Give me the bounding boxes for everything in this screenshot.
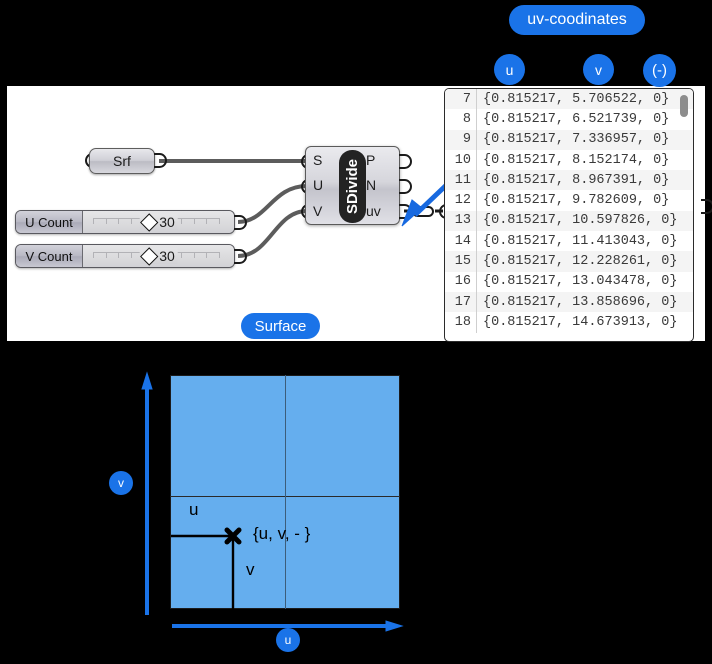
slider-handle-icon[interactable] [139,212,158,232]
surface-badge-label: Surface [254,317,307,335]
row-value: {0.815217, 9.782609, 0} [483,193,670,209]
table-row[interactable]: 17 {0.815217, 13.858696, 0} [445,291,693,313]
sdivide-output-p[interactable]: P [366,152,375,168]
srf-output-nub[interactable] [154,153,167,168]
sdivide-outputs: P N uv [366,147,392,224]
sdivide-inputs: S U V [313,147,335,224]
sdivide-input-v[interactable]: V [313,203,322,219]
column-v-badge: v [583,54,614,85]
v-count-slider-value: 30 [159,248,175,264]
table-row[interactable]: 8 {0.815217, 6.521739, 0} [445,109,693,130]
row-index: 16 [454,274,471,290]
row-value: {0.815217, 10.597826, 0} [483,213,678,229]
row-index: 14 [454,233,471,249]
row-index: 7 [462,91,471,107]
row-index: 9 [462,132,471,148]
sdivide-component[interactable]: S U V SDivide P N uv [305,146,400,225]
u-count-slider-track[interactable]: 30 [83,211,234,233]
srf-parameter-node[interactable]: Srf [89,148,155,174]
u-count-slider-value-group: 30 [139,212,178,232]
diagram-uv-tuple-label: {u, v, - } [253,524,311,543]
uv-parameter-space-diagram [0,341,712,664]
uv-data-rows: 7 {0.815217, 5.706522, 0} 8 {0.815217, 6.52… [445,89,693,341]
row-index: 13 [454,213,471,229]
uv-coordinates-badge: uv-coodinates [509,5,645,35]
u-count-slider-label: U Count [16,211,83,233]
column-v-badge-label: v [595,61,602,78]
table-row[interactable]: 16 {0.815217, 13.043478, 0} [445,271,693,292]
v-count-slider-label: V Count [16,245,83,267]
row-value: {0.815217, 8.967391, 0} [483,172,670,188]
row-value: {0.815217, 7.336957, 0} [483,132,670,148]
uv-wire-link [412,206,434,217]
row-index: 15 [454,254,471,270]
panel-output-nub[interactable] [701,199,712,214]
uv-data-panel[interactable]: 7 {0.815217, 5.706522, 0} 8 {0.815217, 6.52… [444,88,694,342]
panel-scrollbar-thumb[interactable] [680,95,688,117]
row-index: 8 [462,111,471,127]
row-value: {0.815217, 14.673913, 0} [483,314,678,330]
sdivide-input-u[interactable]: U [313,177,323,193]
v-count-output-nub[interactable] [234,249,247,264]
v-count-slider-value-group: 30 [139,246,178,266]
row-value: {0.815217, 12.228261, 0} [483,254,678,270]
table-row[interactable]: 14 {0.815217, 11.413043, 0} [445,231,693,252]
row-value: {0.815217, 13.043478, 0} [483,274,678,290]
domain-gridline-vertical [285,375,286,609]
table-row[interactable]: 13 {0.815217, 10.597826, 0} [445,210,693,232]
v-count-slider-track[interactable]: 30 [83,245,234,267]
u-count-slider-value: 30 [159,214,175,230]
table-row[interactable]: 11 {0.815217, 8.967391, 0} [445,170,693,191]
table-row[interactable]: 18 {0.815217, 14.673913, 0} [445,312,693,333]
row-value: {0.815217, 11.413043, 0} [483,233,678,249]
column-u-badge: u [494,54,525,85]
column-u-badge-label: u [505,61,514,78]
row-value: {0.815217, 5.706522, 0} [483,91,670,107]
sdivide-output-nub-p[interactable] [399,154,412,169]
panel-scrollbar[interactable] [680,91,691,341]
row-value: {0.815217, 13.858696, 0} [483,294,678,310]
table-row[interactable]: 9 {0.815217, 7.336957, 0} [445,129,693,150]
uv-coordinates-badge-label: uv-coodinates [527,11,627,28]
v-count-slider[interactable]: V Count 30 [15,244,235,268]
table-row[interactable]: 15 {0.815217, 12.228261, 0} [445,251,693,272]
column-dash-badge: (-) [643,54,676,87]
diagram-v-axis-label: v [118,476,124,490]
column-dash-badge-label: (-) [652,62,667,79]
u-count-slider[interactable]: U Count 30 [15,210,235,234]
row-index: 18 [454,314,471,330]
sdivide-title: SDivide [344,158,361,215]
diagram-u-axis-badge: u [276,628,300,652]
diagram-u-axis-label: u [284,633,292,647]
sdivide-output-uv[interactable]: uv [366,203,381,219]
sdivide-input-s[interactable]: S [313,152,322,168]
row-index: 11 [454,172,471,188]
srf-node-label: Srf [113,153,131,169]
diagram-v-distance-label: v [246,560,255,579]
slider-handle-icon[interactable] [139,246,158,266]
sdivide-title-bar[interactable]: SDivide [339,150,366,223]
row-index: 12 [454,193,471,209]
sdivide-output-n[interactable]: N [366,177,376,193]
diagram-u-distance-label: u [189,500,199,519]
row-index: 10 [454,152,471,168]
diagram-v-axis-badge: v [109,471,133,495]
table-row[interactable]: 7 {0.815217, 5.706522, 0} [445,89,693,110]
surface-badge: Surface [241,313,320,339]
row-index: 17 [454,294,471,310]
sdivide-output-nub-n[interactable] [399,179,412,194]
row-value: {0.815217, 6.521739, 0} [483,111,670,127]
table-row[interactable]: 12 {0.815217, 9.782609, 0} [445,190,693,211]
row-value: {0.815217, 8.152174, 0} [483,152,670,168]
sdivide-output-nub-uv[interactable] [399,204,412,219]
u-count-output-nub[interactable] [234,215,247,230]
table-row[interactable]: 10 {0.815217, 8.152174, 0} [445,149,693,171]
